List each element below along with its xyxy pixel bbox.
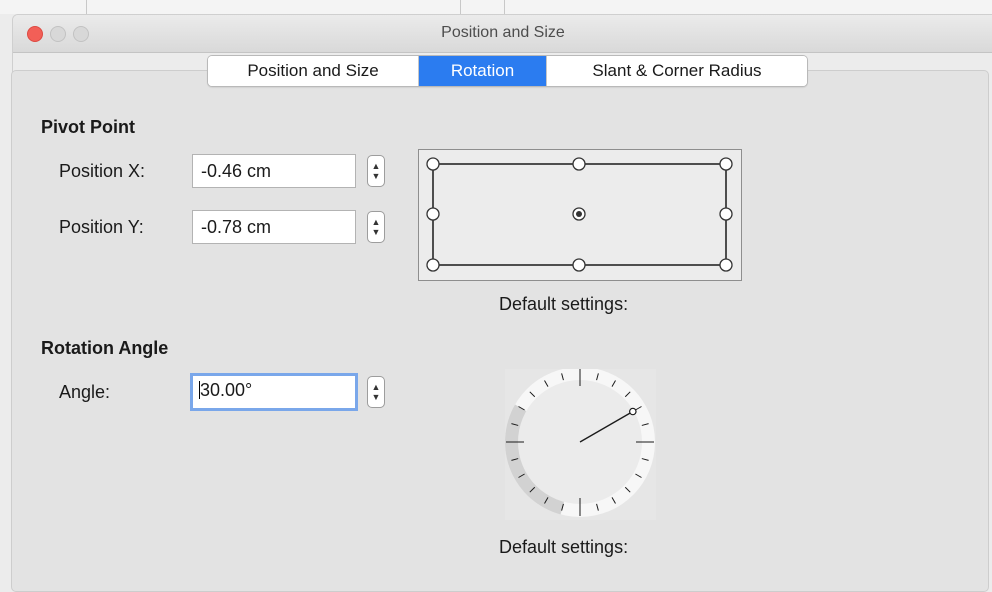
angle-value: 30.00° [200, 380, 253, 400]
position-x-stepper[interactable]: ▲ ▼ [367, 155, 385, 187]
angle-input[interactable]: 30.00° [190, 373, 358, 411]
rotation-dial-graphic [505, 367, 655, 517]
position-y-stepper[interactable]: ▲ ▼ [367, 211, 385, 243]
background-window-strip [0, 0, 992, 14]
position-y-input[interactable]: -0.78 cm [192, 210, 356, 244]
pivot-point-heading: Pivot Point [41, 117, 135, 137]
pivot-bottom-center-radio[interactable] [572, 258, 586, 272]
rotation-dial[interactable] [505, 367, 656, 520]
stepper-up-icon[interactable]: ▲ [368, 217, 384, 227]
stepper-down-icon[interactable]: ▼ [368, 227, 384, 237]
tab-bar: Position and Size Rotation Slant & Corne… [207, 55, 808, 87]
dial-handle-icon [629, 407, 637, 416]
pivot-top-center-radio[interactable] [572, 157, 586, 171]
pivot-default-settings-label: Default settings: [499, 294, 629, 314]
tab-slant-corner-radius[interactable]: Slant & Corner Radius [546, 56, 807, 86]
background-divider [460, 0, 461, 14]
pivot-top-right-radio[interactable] [719, 157, 733, 171]
pivot-middle-right-radio[interactable] [719, 207, 733, 221]
position-y-label: Position Y: [59, 217, 144, 237]
pivot-top-left-radio[interactable] [426, 157, 440, 171]
pivot-bottom-left-radio[interactable] [426, 258, 440, 272]
stepper-up-icon[interactable]: ▲ [368, 161, 384, 171]
tab-position-and-size[interactable]: Position and Size [208, 56, 418, 86]
pivot-middle-left-radio[interactable] [426, 207, 440, 221]
rotation-angle-heading: Rotation Angle [41, 338, 169, 358]
pivot-point-grid [426, 157, 733, 272]
rotation-default-settings-label: Default settings: [499, 537, 629, 557]
pivot-point-selector[interactable] [418, 149, 742, 281]
pivot-bottom-right-radio[interactable] [719, 258, 733, 272]
background-divider [86, 0, 87, 14]
position-x-input[interactable]: -0.46 cm [192, 154, 356, 188]
tab-rotation[interactable]: Rotation [418, 56, 546, 86]
pivot-center-selected-dot [576, 211, 582, 217]
angle-label: Angle: [59, 382, 111, 402]
background-divider [504, 0, 505, 14]
angle-stepper[interactable]: ▲ ▼ [367, 376, 385, 408]
stepper-down-icon[interactable]: ▼ [368, 171, 384, 181]
position-x-label: Position X: [59, 161, 146, 181]
window-title: Position and Size [441, 24, 565, 41]
title-bar: Position and Size [13, 15, 992, 53]
stepper-up-icon[interactable]: ▲ [368, 382, 384, 392]
stepper-down-icon[interactable]: ▼ [368, 392, 384, 402]
